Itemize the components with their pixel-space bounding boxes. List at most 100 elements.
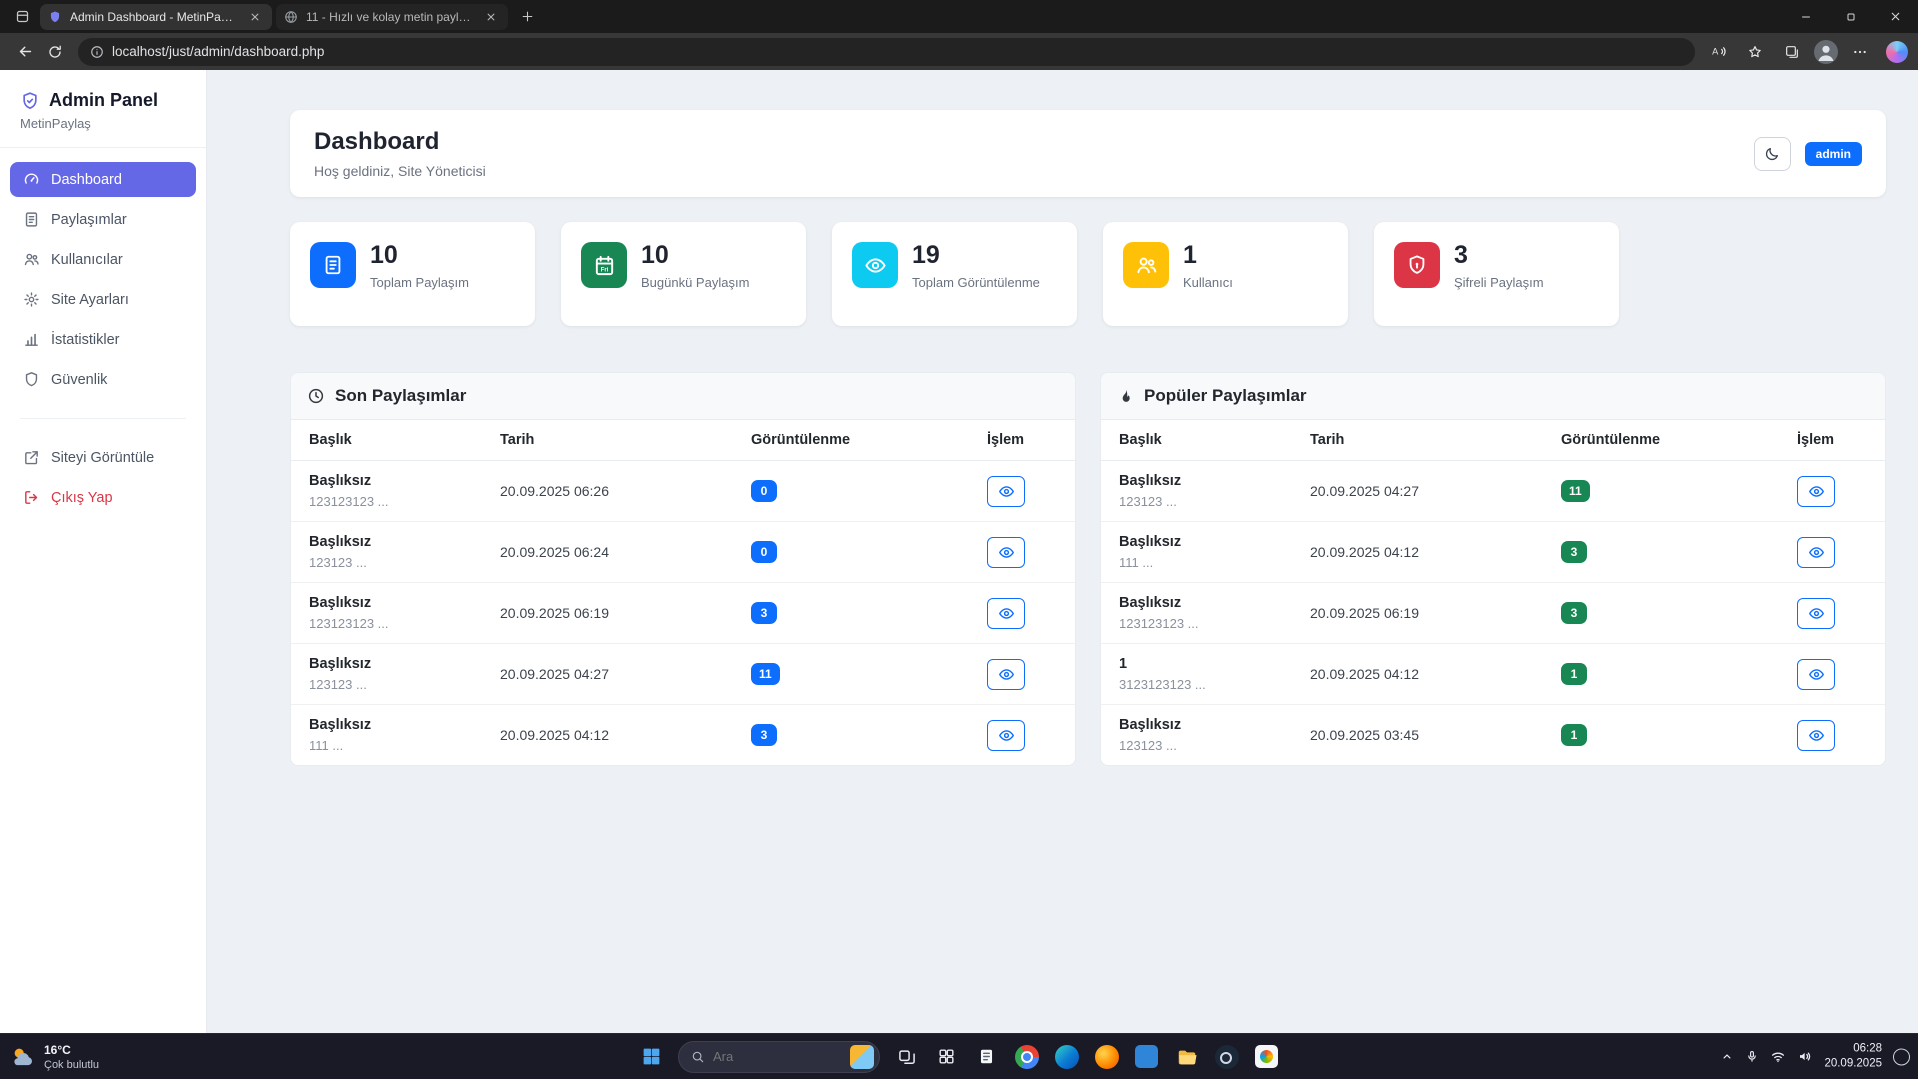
users-icon xyxy=(1123,242,1169,288)
tab-close-icon[interactable] xyxy=(246,8,264,26)
column-header: İşlem xyxy=(983,420,1061,460)
address-bar[interactable]: localhost/just/admin/dashboard.php xyxy=(78,38,1695,66)
views-badge: 11 xyxy=(751,663,780,685)
post-date: 20.09.2025 03:45 xyxy=(1306,715,1557,755)
more-menu-icon[interactable] xyxy=(1845,37,1875,67)
close-window-button[interactable] xyxy=(1873,0,1918,33)
firefox-icon[interactable] xyxy=(1093,1043,1120,1070)
search-icon xyxy=(691,1050,705,1064)
taskbar-clock[interactable]: 06:28 20.09.2025 xyxy=(1824,1041,1882,1072)
eye-icon xyxy=(1808,666,1825,683)
table-row: Başlıksız123123 ... 20.09.2025 06:24 0 xyxy=(291,522,1075,583)
logout-icon xyxy=(23,489,40,506)
post-date: 20.09.2025 06:19 xyxy=(496,593,747,633)
sidebar-item-istatistikler[interactable]: İstatistikler xyxy=(10,322,196,357)
stat-label: Toplam Paylaşım xyxy=(370,275,469,292)
post-date: 20.09.2025 04:12 xyxy=(1306,654,1557,694)
back-button[interactable] xyxy=(10,37,40,67)
browser-tab-inactive[interactable]: 11 - Hızlı ve kolay metin paylaşım xyxy=(276,4,508,30)
post-snippet: 123123 ... xyxy=(1119,738,1302,753)
navbar-right-icons: A xyxy=(1703,37,1908,67)
weather-widget[interactable]: 16°C Çok bulutlu xyxy=(10,1043,99,1071)
table-row: Başlıksız123123 ... 20.09.2025 04:27 11 xyxy=(291,644,1075,705)
search-input[interactable] xyxy=(713,1049,842,1064)
shield-icon xyxy=(23,371,40,388)
table-row: Başlıksız123123123 ... 20.09.2025 06:26 … xyxy=(291,461,1075,522)
vscode-icon[interactable] xyxy=(1133,1043,1160,1070)
post-date: 20.09.2025 06:26 xyxy=(496,471,747,511)
sidebar-item-siteyi-goruntule[interactable]: Siteyi Görüntüle xyxy=(10,440,196,475)
start-button[interactable] xyxy=(638,1043,665,1070)
view-button[interactable] xyxy=(1797,598,1835,629)
post-date: 20.09.2025 06:24 xyxy=(496,532,747,572)
sidebar-item-site-ayarlari[interactable]: Site Ayarları xyxy=(10,282,196,317)
post-snippet: 123123123 ... xyxy=(309,494,492,509)
theme-toggle-button[interactable] xyxy=(1754,137,1791,171)
sidebar-item-dashboard[interactable]: Dashboard xyxy=(10,162,196,197)
views-badge: 0 xyxy=(751,480,777,502)
view-button[interactable] xyxy=(1797,659,1835,690)
tab-title: Admin Dashboard - MetinPaylaş xyxy=(70,10,238,24)
view-button[interactable] xyxy=(1797,537,1835,568)
stat-value: 19 xyxy=(912,242,1040,268)
edge-icon[interactable] xyxy=(1053,1043,1080,1070)
profile-avatar[interactable] xyxy=(1814,40,1838,64)
new-tab-button[interactable] xyxy=(514,4,540,30)
steam-icon[interactable] xyxy=(1213,1043,1240,1070)
photos-icon[interactable] xyxy=(1253,1043,1280,1070)
task-view-icon[interactable] xyxy=(893,1043,920,1070)
stat-cards: 10 Toplam Paylaşım Fri 10 Bugünkü Paylaş… xyxy=(290,222,1886,326)
views-badge: 3 xyxy=(751,724,777,746)
view-button[interactable] xyxy=(987,476,1025,507)
column-header: Görüntülenme xyxy=(747,420,983,460)
shield-logo-icon xyxy=(20,91,40,111)
file-explorer-icon[interactable] xyxy=(1173,1043,1200,1070)
maximize-button[interactable] xyxy=(1828,0,1873,33)
view-button[interactable] xyxy=(987,537,1025,568)
hidden-icons-chevron-icon[interactable] xyxy=(1720,1050,1734,1064)
refresh-button[interactable] xyxy=(40,37,70,67)
chrome-icon[interactable] xyxy=(1013,1043,1040,1070)
eye-icon xyxy=(998,483,1015,500)
page-subtitle: Hoş geldiniz, Site Yöneticisi xyxy=(314,163,486,179)
sidebar-item-paylasimlar[interactable]: Paylaşımlar xyxy=(10,202,196,237)
view-button[interactable] xyxy=(1797,720,1835,751)
minimize-button[interactable] xyxy=(1783,0,1828,33)
view-button[interactable] xyxy=(987,720,1025,751)
read-aloud-icon[interactable]: A xyxy=(1703,37,1733,67)
widgets-icon[interactable] xyxy=(933,1043,960,1070)
taskbar-search[interactable] xyxy=(678,1041,880,1073)
browser-tab-active[interactable]: Admin Dashboard - MetinPaylaş xyxy=(40,4,272,30)
views-badge: 0 xyxy=(751,541,777,563)
tables-row: Son Paylaşımlar Başlık Tarih Görüntülenm… xyxy=(290,372,1886,766)
eye-icon xyxy=(852,242,898,288)
tab-close-icon[interactable] xyxy=(482,8,500,26)
view-button[interactable] xyxy=(987,598,1025,629)
sidebar-item-label: İstatistikler xyxy=(51,332,120,348)
sidebar-item-cikis-yap[interactable]: Çıkış Yap xyxy=(10,480,196,515)
post-title: 1 xyxy=(1119,656,1302,672)
eye-icon xyxy=(1808,727,1825,744)
microphone-icon[interactable] xyxy=(1745,1050,1759,1064)
view-button[interactable] xyxy=(987,659,1025,690)
column-header: Başlık xyxy=(1115,420,1306,460)
network-icon[interactable] xyxy=(1770,1049,1786,1065)
site-info-icon[interactable] xyxy=(90,45,104,59)
sidebar-item-kullanicilar[interactable]: Kullanıcılar xyxy=(10,242,196,277)
stat-value: 3 xyxy=(1454,242,1544,268)
view-button[interactable] xyxy=(1797,476,1835,507)
favorite-star-icon[interactable] xyxy=(1740,37,1770,67)
weather-temp: 16°C xyxy=(44,1043,99,1057)
post-date: 20.09.2025 04:27 xyxy=(496,654,747,694)
sidebar-item-guvenlik[interactable]: Güvenlik xyxy=(10,362,196,397)
eye-icon xyxy=(1808,483,1825,500)
copilot-icon[interactable] xyxy=(1886,41,1908,63)
tab-actions-icon[interactable] xyxy=(8,4,36,30)
collections-icon[interactable] xyxy=(1777,37,1807,67)
notification-center-icon[interactable] xyxy=(1893,1048,1910,1065)
volume-icon[interactable] xyxy=(1797,1049,1813,1065)
eye-icon xyxy=(998,544,1015,561)
eye-icon xyxy=(998,666,1015,683)
search-highlight-icon[interactable] xyxy=(850,1045,874,1069)
notepad-icon[interactable] xyxy=(973,1043,1000,1070)
